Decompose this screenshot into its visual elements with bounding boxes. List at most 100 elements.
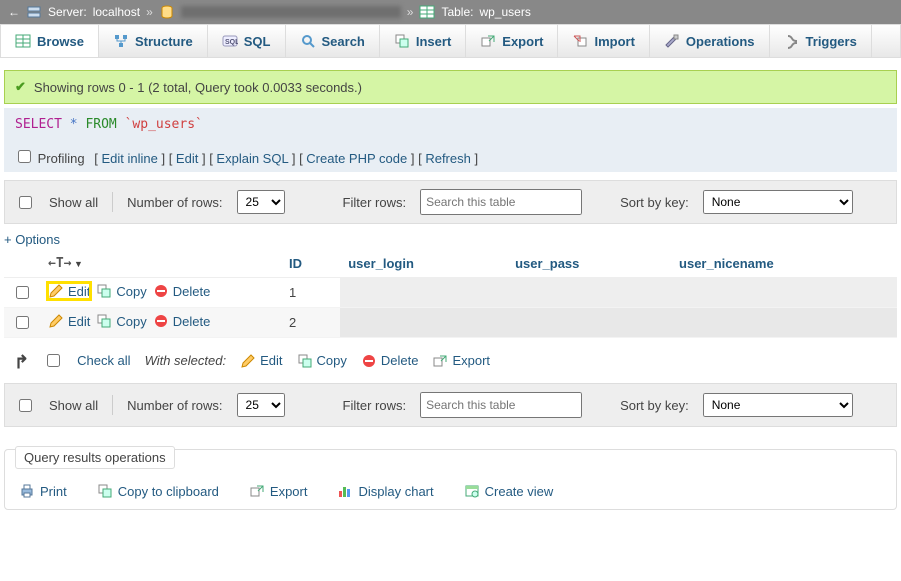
- col-user-pass[interactable]: user_pass: [507, 249, 671, 278]
- row-delete-button[interactable]: Delete: [153, 283, 211, 299]
- import-icon: [572, 33, 588, 49]
- cell-user-login: [340, 278, 507, 308]
- operations-icon: [664, 33, 680, 49]
- filter-rows-input[interactable]: [420, 189, 582, 215]
- edit-inline-link[interactable]: Edit inline: [94, 151, 165, 166]
- row-copy-button[interactable]: Copy: [96, 283, 146, 299]
- sort-by-key-select[interactable]: None: [703, 393, 853, 417]
- row-checkbox[interactable]: [16, 286, 29, 299]
- options-toggle[interactable]: + Options: [4, 232, 60, 247]
- row-edit-button[interactable]: Edit: [48, 283, 90, 299]
- delete-icon: [153, 313, 169, 329]
- check-all-checkbox[interactable]: [47, 354, 60, 367]
- bulk-export-button[interactable]: Export: [432, 353, 490, 369]
- up-arrow-icon: ↳: [14, 350, 29, 371]
- server-link[interactable]: localhost: [93, 5, 140, 19]
- tab-browse[interactable]: Browse: [1, 25, 99, 57]
- sql-star: *: [70, 117, 78, 132]
- back-arrow[interactable]: ←: [8, 5, 20, 19]
- bulk-edit-button[interactable]: Edit: [240, 353, 282, 369]
- filter-rows-input[interactable]: [420, 392, 582, 418]
- row-delete-button[interactable]: Delete: [153, 313, 211, 329]
- tab-export[interactable]: Export: [466, 25, 558, 57]
- row-copy-button[interactable]: Copy: [96, 313, 146, 329]
- database-icon: [159, 4, 175, 20]
- results-controls-bottom: Show all Number of rows: 25 Filter rows:…: [4, 383, 897, 427]
- export-icon: [249, 483, 265, 499]
- col-user-login[interactable]: user_login: [340, 249, 507, 278]
- copy-icon: [96, 313, 112, 329]
- triggers-icon: [784, 33, 800, 49]
- check-icon: ✔: [15, 79, 26, 95]
- tab-structure[interactable]: Structure: [99, 25, 208, 57]
- export-button[interactable]: Export: [249, 483, 308, 499]
- table-icon: [419, 4, 435, 20]
- pencil-icon: [48, 283, 64, 299]
- num-rows-select[interactable]: 25: [237, 190, 285, 214]
- cell-id: 1: [281, 278, 340, 308]
- copy-icon: [96, 283, 112, 299]
- cell-user-nicename: [671, 278, 897, 308]
- bulk-actions-bar: ↳ Check all With selected: Edit Copy Del…: [4, 346, 897, 375]
- show-all-label: Show all: [49, 398, 98, 413]
- query-results-operations-panel: Query results operations Print Copy to c…: [4, 449, 897, 510]
- sql-table: `wp_users`: [125, 117, 203, 132]
- show-all-label: Show all: [49, 195, 98, 210]
- results-controls-top: Show all Number of rows: 25 Filter rows:…: [4, 180, 897, 224]
- row-checkbox[interactable]: [16, 316, 29, 329]
- print-button[interactable]: Print: [19, 483, 67, 499]
- sql-keyword: FROM: [85, 117, 116, 132]
- num-rows-select[interactable]: 25: [237, 393, 285, 417]
- tab-operations[interactable]: Operations: [650, 25, 770, 57]
- panel-title: Query results operations: [15, 446, 175, 469]
- display-chart-button[interactable]: Display chart: [337, 483, 433, 499]
- profiling-label: Profiling: [38, 151, 85, 166]
- tab-sql[interactable]: SQL: [208, 25, 286, 57]
- view-icon: [464, 483, 480, 499]
- breadcrumb-sep: »: [407, 5, 414, 19]
- copy-clipboard-button[interactable]: Copy to clipboard: [97, 483, 219, 499]
- col-id[interactable]: ID: [281, 249, 340, 278]
- print-icon: [19, 483, 35, 499]
- delete-icon: [153, 283, 169, 299]
- table-row: Edit Copy Delete 2: [4, 308, 897, 338]
- num-rows-label: Number of rows:: [127, 195, 222, 210]
- bulk-delete-button[interactable]: Delete: [361, 353, 419, 369]
- show-all-checkbox[interactable]: [19, 196, 32, 209]
- profiling-checkbox[interactable]: [18, 150, 31, 163]
- table-row: Edit Copy Delete 1: [4, 278, 897, 308]
- chart-icon: [337, 483, 353, 499]
- row-edit-button[interactable]: Edit: [48, 313, 90, 329]
- export-icon: [480, 33, 496, 49]
- sql-icon: [222, 33, 238, 49]
- bulk-copy-button[interactable]: Copy: [297, 353, 347, 369]
- sql-keyword: SELECT: [15, 117, 62, 132]
- show-all-checkbox[interactable]: [19, 399, 32, 412]
- col-user-nicename[interactable]: user_nicename: [671, 249, 897, 278]
- success-text: Showing rows 0 - 1 (2 total, Query took …: [34, 80, 362, 95]
- tab-search[interactable]: Search: [286, 25, 380, 57]
- sql-actions-bar: Profiling Edit inline Edit Explain SQL C…: [4, 141, 897, 172]
- check-all-link[interactable]: Check all: [77, 353, 130, 368]
- sql-query-box: SELECT * FROM `wp_users`: [4, 108, 897, 141]
- edit-link[interactable]: Edit: [169, 151, 206, 166]
- explain-sql-link[interactable]: Explain SQL: [209, 151, 295, 166]
- cell-user-pass: [507, 278, 671, 308]
- num-rows-label: Number of rows:: [127, 398, 222, 413]
- cell-id: 2: [281, 308, 340, 338]
- tab-triggers[interactable]: Triggers: [770, 25, 872, 57]
- create-view-button[interactable]: Create view: [464, 483, 554, 499]
- main-tabs: BrowseStructureSQLSearchInsertExportImpo…: [0, 24, 901, 58]
- copy-icon: [97, 483, 113, 499]
- filter-rows-label: Filter rows:: [343, 195, 407, 210]
- tab-insert[interactable]: Insert: [380, 25, 466, 57]
- structure-icon: [113, 33, 129, 49]
- delete-icon: [361, 353, 377, 369]
- export-icon: [432, 353, 448, 369]
- sort-by-key-label: Sort by key:: [620, 398, 689, 413]
- tab-import[interactable]: Import: [558, 25, 649, 57]
- table-link[interactable]: wp_users: [479, 5, 530, 19]
- refresh-link[interactable]: Refresh: [418, 151, 478, 166]
- sort-by-key-select[interactable]: None: [703, 190, 853, 214]
- create-php-link[interactable]: Create PHP code: [299, 151, 414, 166]
